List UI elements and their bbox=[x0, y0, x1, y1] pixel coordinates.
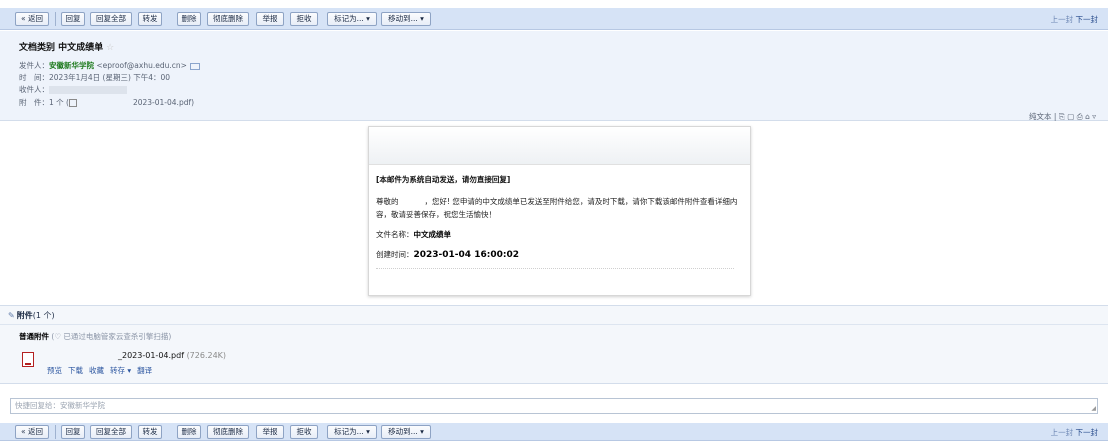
delete-permanently-button[interactable]: 彻底删除 bbox=[207, 12, 249, 26]
attachment-line: 附 件：1 个 ( 2023-01-04.pdf) bbox=[19, 97, 194, 108]
quick-reply-input[interactable]: 快捷回复给：安徽新华学院 ◢ bbox=[10, 398, 1098, 414]
reply-button[interactable]: 回复 bbox=[61, 12, 85, 26]
file-name-value: 中文成绩单 bbox=[413, 230, 452, 239]
prev-mail-link[interactable]: 上一封 bbox=[1051, 428, 1074, 437]
pdf-file-icon[interactable] bbox=[22, 352, 34, 367]
sender-label: 发件人： bbox=[19, 61, 49, 70]
reply-all-button[interactable]: 回复全部 bbox=[90, 425, 132, 439]
attachments-header: ✎ 附件(1 个) bbox=[0, 306, 1108, 325]
back-button[interactable]: « 返回 bbox=[15, 425, 49, 439]
download-link[interactable]: 下载 bbox=[68, 366, 83, 375]
mark-as-dropdown[interactable]: 标记为... ▾ bbox=[327, 12, 377, 26]
preview-link[interactable]: 预览 bbox=[47, 366, 62, 375]
move-to-dropdown[interactable]: 移动到... ▾ bbox=[381, 425, 431, 439]
scan-note: (♡ 已通过电脑管家云查杀引擎扫描) bbox=[51, 332, 172, 341]
favorite-link[interactable]: 收藏 bbox=[89, 366, 104, 375]
content-banner bbox=[369, 127, 750, 165]
auto-send-notice: [本邮件为系统自动发送，请勿直接回复] bbox=[376, 175, 511, 184]
file-name-label: 文件名称： bbox=[376, 230, 414, 239]
star-icon[interactable]: ☆ bbox=[106, 43, 114, 53]
reply-button[interactable]: 回复 bbox=[61, 425, 85, 439]
sender-line: 发件人：安徽新华学院 <eproof@axhu.edu.cn> bbox=[19, 60, 200, 71]
bottom-toolbar: « 返回 回复 回复全部 转发 删除 彻底删除 举报 拒收 标记为... ▾ 移… bbox=[0, 423, 1108, 441]
move-to-dropdown[interactable]: 移动到... ▾ bbox=[381, 12, 431, 26]
delete-permanently-button[interactable]: 彻底删除 bbox=[207, 425, 249, 439]
save-to-dropdown[interactable]: 转存 ▾ bbox=[110, 366, 131, 375]
resize-grip-icon[interactable]: ◢ bbox=[1091, 406, 1096, 412]
next-mail-link[interactable]: 下一封 bbox=[1076, 15, 1099, 24]
attachment-file-name[interactable]: _2023-01-04.pdf bbox=[118, 351, 184, 360]
time-label: 时 间： bbox=[19, 73, 49, 82]
prev-mail-link[interactable]: 上一封 bbox=[1051, 15, 1074, 24]
created-time-label: 创建时间： bbox=[376, 250, 414, 259]
toolbar-divider bbox=[55, 12, 56, 26]
translate-link[interactable]: 翻译 bbox=[137, 366, 152, 375]
student-name-redacted bbox=[398, 198, 425, 206]
sender-name[interactable]: 安徽新华学院 bbox=[49, 61, 94, 70]
time-line: 时 间：2023年1月4日 (星期三) 下午4：00 bbox=[19, 72, 170, 83]
greeting-paragraph: 尊敬的 ，您好! 您申请的中文成绩单已发送至附件给您，请及时下载，请你下载该邮件附… bbox=[376, 195, 740, 221]
attachment-kind: 普通附件 bbox=[19, 332, 49, 341]
mark-as-dropdown[interactable]: 标记为... ▾ bbox=[327, 425, 377, 439]
greeting-body: ，您好! 您申请的中文成绩单已发送至附件给您，请及时下载，请你下载该邮件附件查看… bbox=[376, 197, 738, 219]
report-button[interactable]: 举报 bbox=[256, 425, 284, 439]
attachment-file-tail[interactable]: 2023-01-04.pdf) bbox=[133, 98, 194, 107]
attachment-file: _2023-01-04.pdf (726.24K) bbox=[118, 351, 226, 360]
mail-subject: 文档类别 中文成绩单 ☆ bbox=[19, 40, 114, 53]
contact-card-icon[interactable] bbox=[189, 62, 200, 70]
recipient-redacted bbox=[49, 86, 127, 94]
pager: 上一封 下一封 bbox=[1051, 427, 1098, 438]
attachment-label: 附 件： bbox=[19, 98, 49, 107]
created-time-line: 创建时间：2023-01-04 16:00:02 bbox=[376, 249, 519, 260]
attachments-title: 附件 bbox=[16, 311, 33, 320]
forward-button[interactable]: 转发 bbox=[138, 425, 162, 439]
delete-button[interactable]: 删除 bbox=[177, 12, 201, 26]
recipient-line: 收件人： bbox=[19, 84, 127, 95]
subject-text: 文档类别 中文成绩单 bbox=[19, 43, 104, 53]
recipient-label: 收件人： bbox=[19, 85, 49, 94]
toolbar-divider bbox=[55, 425, 56, 439]
report-button[interactable]: 举报 bbox=[256, 12, 284, 26]
reply-all-button[interactable]: 回复全部 bbox=[90, 12, 132, 26]
attachments-count: (1 个) bbox=[32, 311, 55, 320]
pager: 上一封 下一封 bbox=[1051, 14, 1098, 25]
top-toolbar: « 返回 回复 回复全部 转发 删除 彻底删除 举报 拒收 标记为... ▾ 移… bbox=[0, 8, 1108, 30]
attachment-filename-redacted bbox=[47, 348, 117, 358]
quick-reply-placeholder: 快捷回复给：安徽新华学院 bbox=[15, 401, 105, 410]
mail-header: 文档类别 中文成绩单 ☆ 发件人：安徽新华学院 <eproof@axhu.edu.… bbox=[0, 31, 1108, 121]
delete-button[interactable]: 删除 bbox=[177, 425, 201, 439]
paperclip-icon: ✎ bbox=[8, 311, 15, 320]
reject-button[interactable]: 拒收 bbox=[290, 425, 318, 439]
attachment-icon bbox=[68, 99, 77, 107]
file-name-line: 文件名称：中文成绩单 bbox=[376, 229, 451, 240]
attachment-count[interactable]: 1 个 ( bbox=[49, 98, 69, 107]
sender-email: <eproof@axhu.edu.cn> bbox=[96, 61, 187, 70]
content-divider bbox=[376, 268, 734, 269]
next-mail-link[interactable]: 下一封 bbox=[1076, 428, 1099, 437]
attachments-panel: ✎ 附件(1 个) 普通附件 (♡ 已通过电脑管家云查杀引擎扫描) _2023-0… bbox=[0, 305, 1108, 384]
reject-button[interactable]: 拒收 bbox=[290, 12, 318, 26]
attachment-name-redacted bbox=[76, 99, 133, 107]
greeting-prefix: 尊敬的 bbox=[376, 197, 399, 206]
time-value: 2023年1月4日 (星期三) 下午4：00 bbox=[49, 73, 171, 82]
attachment-file-size: (726.24K) bbox=[186, 351, 227, 360]
created-time-value: 2023-01-04 16:00:02 bbox=[413, 250, 519, 260]
header-tools[interactable]: 纯文本 | ⎘ ▢ ⎙ ⌂ ▿ bbox=[1029, 111, 1096, 122]
attachment-kind-line: 普通附件 (♡ 已通过电脑管家云查杀引擎扫描) bbox=[19, 331, 171, 342]
back-button[interactable]: « 返回 bbox=[15, 12, 49, 26]
attachment-actions: 预览 下载 收藏 转存 ▾ 翻译 bbox=[47, 365, 158, 376]
mail-content-card: [本邮件为系统自动发送，请勿直接回复] 尊敬的 ，您好! 您申请的中文成绩单已发送… bbox=[368, 126, 751, 296]
forward-button[interactable]: 转发 bbox=[138, 12, 162, 26]
